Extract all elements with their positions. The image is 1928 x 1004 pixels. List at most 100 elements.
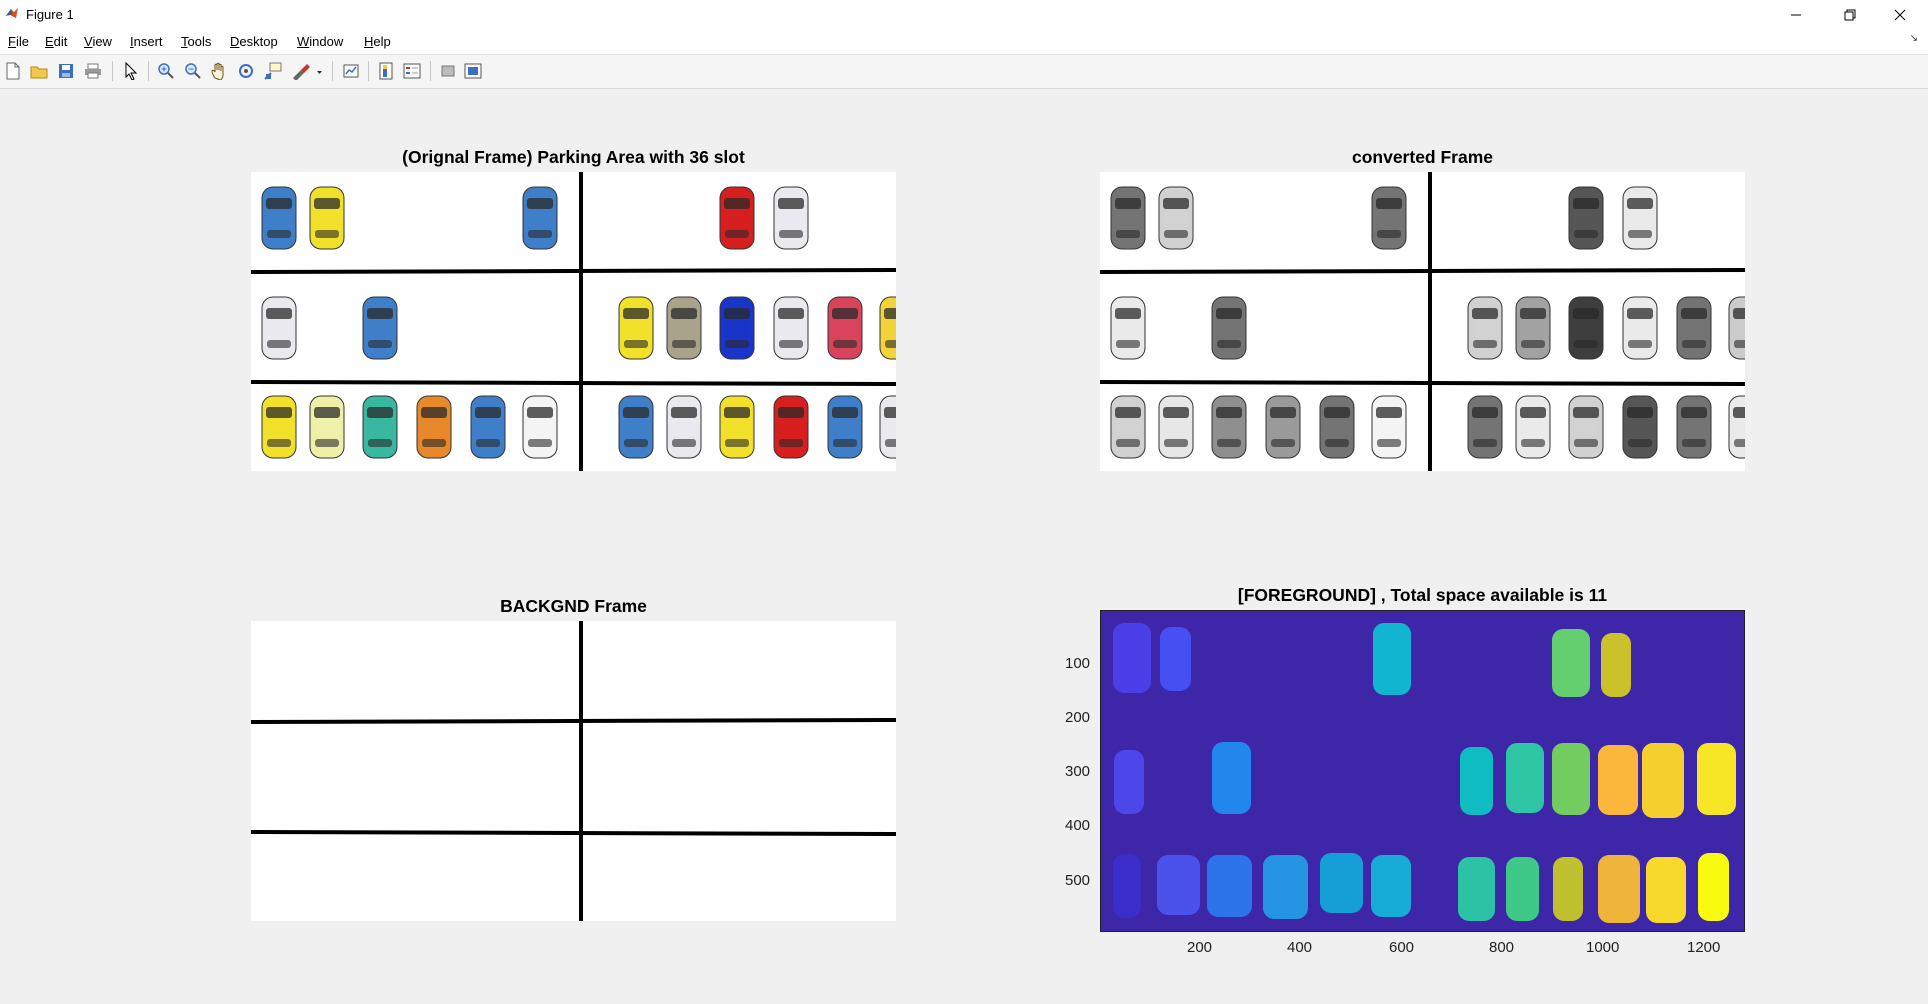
parked-car	[1110, 296, 1146, 360]
converted-frame-axes[interactable]	[1100, 172, 1745, 471]
foreground-frame-title: [FOREGROUND] , Total space available is …	[1237, 585, 1608, 605]
foreground-blob	[1697, 743, 1736, 815]
toolbar-separator	[112, 61, 113, 81]
menu-desktop[interactable]: Desktop	[230, 34, 278, 49]
menu-view[interactable]: View	[84, 34, 112, 49]
parked-car	[261, 186, 297, 250]
parked-car	[879, 395, 896, 459]
foreground-blob	[1553, 857, 1583, 921]
brush-icon	[293, 64, 322, 80]
foreground-blob	[1320, 853, 1363, 913]
y-tick-label: 100	[1065, 655, 1091, 672]
edit-plot-icon	[125, 62, 138, 80]
parking-divider-line	[251, 268, 896, 274]
save-button[interactable]	[55, 61, 77, 81]
parked-car	[1265, 395, 1301, 459]
toolbar-separator	[148, 61, 149, 81]
y-tick-label: 200	[1065, 709, 1091, 726]
edit-plot-button[interactable]	[120, 61, 142, 81]
insert-colorbar-button[interactable]	[375, 61, 397, 81]
foreground-frame-axes[interactable]	[1100, 610, 1745, 932]
foreground-frame-image	[1101, 611, 1744, 931]
minimize-button[interactable]	[1768, 0, 1824, 30]
parked-car	[362, 395, 398, 459]
parked-car	[773, 395, 809, 459]
menu-insert[interactable]: Insert	[130, 34, 163, 49]
x-tick-label: 600	[1389, 939, 1415, 956]
rotate-3d-button[interactable]	[235, 61, 257, 81]
parked-car	[416, 395, 452, 459]
foreground-blob	[1598, 745, 1638, 815]
restore-icon	[1844, 9, 1856, 21]
new-figure-icon	[6, 62, 20, 80]
parked-car	[470, 395, 506, 459]
open-file-button[interactable]	[28, 61, 50, 81]
foreground-blob	[1552, 629, 1590, 697]
data-cursor-button[interactable]	[262, 61, 284, 81]
parked-car	[1110, 186, 1146, 250]
toolbar-separator	[332, 61, 333, 81]
parked-car	[1622, 296, 1658, 360]
minimize-icon	[1791, 14, 1801, 16]
zoom-out-icon	[185, 63, 201, 79]
original-frame-axes[interactable]	[251, 172, 896, 471]
show-plot-tools-button[interactable]	[462, 61, 484, 81]
parked-car	[1158, 186, 1194, 250]
parked-car	[1622, 186, 1658, 250]
foreground-blob	[1113, 623, 1151, 693]
brush-button[interactable]	[290, 61, 324, 81]
foreground-blob	[1646, 857, 1686, 923]
parked-car	[1319, 395, 1355, 459]
background-frame-axes[interactable]	[251, 621, 896, 921]
print-icon	[85, 63, 101, 79]
rotate-3d-icon	[239, 64, 253, 78]
foreground-blob	[1601, 633, 1631, 697]
parked-car	[1158, 395, 1194, 459]
foreground-blob	[1212, 742, 1251, 814]
pan-button[interactable]	[208, 61, 230, 81]
foreground-blob	[1157, 855, 1200, 915]
parked-car	[719, 395, 755, 459]
close-icon	[1894, 9, 1906, 21]
foreground-blob	[1460, 747, 1493, 815]
insert-legend-button[interactable]	[401, 61, 423, 81]
parked-car	[309, 395, 345, 459]
parked-car	[827, 296, 863, 360]
zoom-in-button[interactable]	[155, 61, 177, 81]
close-button[interactable]	[1872, 0, 1928, 30]
menu-help[interactable]: Help	[364, 34, 391, 49]
parked-car	[773, 186, 809, 250]
parked-car	[719, 296, 755, 360]
parked-car	[618, 296, 654, 360]
menu-tools[interactable]: Tools	[181, 34, 211, 49]
parked-car	[1568, 296, 1604, 360]
colorbar-icon	[379, 62, 393, 80]
link-plot-button[interactable]	[340, 61, 362, 81]
parked-car	[1515, 395, 1551, 459]
zoom-out-button[interactable]	[182, 61, 204, 81]
menu-window[interactable]: Window	[297, 34, 343, 49]
hide-plot-tools-button[interactable]	[437, 61, 459, 81]
parked-car	[773, 296, 809, 360]
x-tick-label: 400	[1287, 939, 1313, 956]
parked-car	[1211, 296, 1247, 360]
new-figure-button[interactable]	[2, 61, 24, 81]
menu-edit[interactable]: Edit	[45, 34, 67, 49]
matlab-logo-icon	[6, 8, 18, 18]
menu-file[interactable]: File	[8, 34, 29, 49]
dock-arrow-icon[interactable]: ↘	[1910, 33, 1918, 44]
original-frame-image	[251, 172, 896, 471]
foreground-blob	[1160, 627, 1191, 691]
link-plot-icon	[343, 64, 359, 78]
restore-button[interactable]	[1822, 0, 1878, 30]
title-bar: Figure 1	[0, 0, 1928, 30]
parking-divider-line	[251, 830, 896, 836]
parked-car	[1728, 296, 1745, 360]
foreground-blob	[1552, 743, 1590, 815]
background-frame-title: BACKGND Frame	[500, 596, 647, 616]
print-button[interactable]	[82, 61, 104, 81]
toolbar-separator	[430, 61, 431, 81]
parked-car	[1568, 186, 1604, 250]
foreground-blob	[1642, 743, 1684, 818]
open-file-icon	[30, 66, 48, 79]
